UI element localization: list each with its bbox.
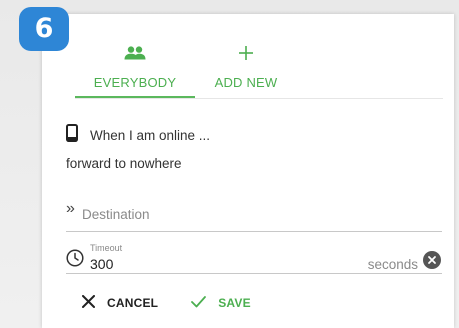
tabs-divider	[75, 98, 443, 99]
cancel-button[interactable]: CANCEL	[82, 295, 158, 311]
clear-timeout-button[interactable]	[423, 251, 441, 269]
timeout-label: Timeout	[90, 243, 123, 253]
cancel-label: CANCEL	[107, 296, 159, 310]
double-chevron-icon: »	[66, 200, 75, 217]
plus-icon	[195, 44, 297, 62]
phone-icon	[66, 123, 78, 147]
rule-condition: When I am online ...	[66, 123, 211, 147]
tab-everybody-label: EVERYBODY	[93, 75, 177, 90]
step-badge: 6	[19, 7, 69, 51]
destination-placeholder: Destination	[82, 207, 150, 222]
close-icon	[82, 295, 95, 311]
save-label: SAVE	[218, 296, 251, 310]
tab-bar: EVERYBODY ADD NEW	[75, 30, 443, 98]
timeout-unit: seconds	[367, 257, 418, 272]
people-icon	[75, 44, 195, 62]
timeout-input[interactable]: 300	[90, 256, 113, 272]
save-button[interactable]: SAVE	[191, 295, 251, 311]
tab-add-new[interactable]: ADD NEW	[195, 30, 297, 98]
screen: 6 EVERYBODY ADD NEW When I am online ...…	[0, 0, 459, 328]
rule-action-text: forward to nowhere	[66, 156, 182, 171]
rule-editor-card: EVERYBODY ADD NEW	[42, 14, 454, 328]
close-icon	[428, 256, 436, 264]
tab-everybody[interactable]: EVERYBODY	[75, 30, 195, 98]
rule-condition-text: When I am online ...	[90, 127, 211, 143]
destination-field[interactable]: » Destination	[66, 199, 442, 232]
check-icon	[191, 295, 207, 311]
clock-icon	[66, 249, 84, 272]
timeout-field[interactable]: Timeout 300 seconds	[66, 241, 442, 274]
action-bar: CANCEL SAVE	[82, 292, 251, 314]
tab-add-new-label: ADD NEW	[214, 75, 278, 90]
